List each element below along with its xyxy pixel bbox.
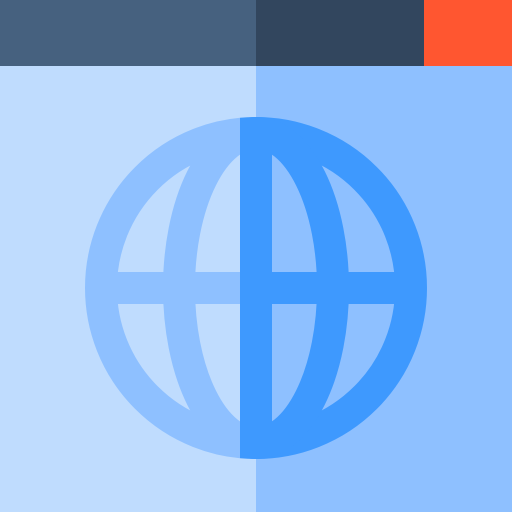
title-bar-left bbox=[0, 0, 256, 66]
close-button[interactable] bbox=[424, 0, 512, 66]
browser-window-icon bbox=[0, 0, 512, 512]
web-browser-globe-icon bbox=[0, 0, 512, 512]
title-bar-right bbox=[256, 0, 424, 66]
